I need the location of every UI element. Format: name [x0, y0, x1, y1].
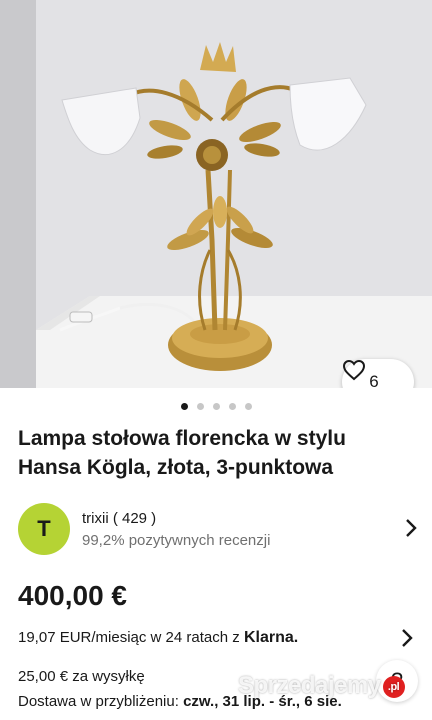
listing-photo[interactable]: 6 [0, 0, 432, 388]
pagination-dot[interactable] [212, 403, 220, 410]
pagination-dot[interactable] [244, 403, 252, 410]
image-pagination[interactable] [0, 403, 432, 410]
item-price: 400,00 € [18, 580, 127, 611]
chevron-right-icon [404, 518, 418, 543]
chevron-right-icon [400, 628, 414, 653]
seller-avatar: T [18, 503, 70, 555]
seller-feedback: 99,2% pozytywnych recenzji [82, 532, 271, 549]
like-count: 6 [369, 372, 379, 388]
watermark-badge: .pl [382, 675, 405, 698]
seller-name: trixii ( 429 ) [82, 510, 157, 527]
pagination-dot[interactable] [228, 403, 236, 410]
watermark-logo: Sprzedajemy .pl [238, 672, 405, 700]
lamp-photo-image [0, 0, 432, 388]
pagination-dot[interactable] [196, 403, 204, 410]
seller-row[interactable]: T trixii ( 429 ) 99,2% pozytywnych recen… [18, 503, 418, 555]
like-button[interactable]: 6 [342, 359, 414, 388]
klarna-logo: Klarna. [243, 629, 299, 646]
shipping-cost: 25,00 € za wysyłkę [18, 668, 145, 685]
installment-text: 19,07 EUR/miesiąc w 24 ratach z Klarna. [18, 629, 298, 647]
listing-title: Lampa stołowa florencka w stylu Hansa Kö… [18, 427, 346, 479]
installment-row[interactable]: 19,07 EUR/miesiąc w 24 ratach z Klarna. [18, 625, 414, 651]
delivery-label: Dostawa w przybliżeniu: [18, 693, 184, 710]
pagination-dot-active[interactable] [180, 403, 188, 410]
watermark-text: Sprzedajemy [238, 672, 381, 699]
installment-terms: 19,07 EUR/miesiąc w 24 ratach z [18, 629, 244, 646]
